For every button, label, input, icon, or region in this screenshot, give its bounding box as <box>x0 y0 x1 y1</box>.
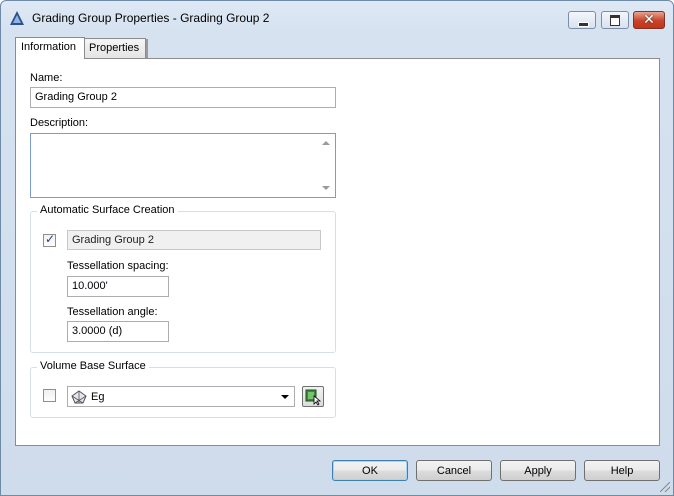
tessellation-angle-field[interactable]: 3.0000 (d) <box>67 321 169 342</box>
volume-base-surface-select[interactable]: Eg <box>67 386 295 407</box>
title-bar[interactable]: Grading Group Properties - Grading Group… <box>1 1 673 35</box>
description-scrollbar[interactable] <box>318 135 334 196</box>
automatic-surface-creation-title: Automatic Surface Creation <box>37 204 178 216</box>
description-field[interactable] <box>30 133 336 198</box>
resize-grip-icon[interactable] <box>660 482 670 492</box>
volume-base-surface-value: Eg <box>91 391 105 403</box>
name-field[interactable]: Grading Group 2 <box>30 87 336 108</box>
tab-information[interactable]: Information <box>15 37 85 59</box>
minimize-button[interactable] <box>568 11 596 29</box>
grading-group-properties-dialog: Grading Group Properties - Grading Group… <box>0 0 674 496</box>
volume-base-checkbox[interactable] <box>43 389 56 402</box>
tessellation-spacing-field[interactable]: 10.000' <box>67 276 169 297</box>
cancel-button[interactable]: Cancel <box>416 460 492 481</box>
chevron-down-icon <box>281 395 289 399</box>
ok-button[interactable]: OK <box>332 460 408 481</box>
volume-base-surface-title: Volume Base Surface <box>37 360 149 372</box>
scroll-up-icon[interactable] <box>322 141 330 145</box>
close-button[interactable]: ✕ <box>633 11 665 29</box>
tessellation-angle-label: Tessellation angle: <box>67 306 158 318</box>
window-title: Grading Group Properties - Grading Group… <box>32 11 270 25</box>
pick-from-drawing-icon <box>305 389 322 406</box>
auto-surface-checkbox[interactable] <box>43 232 56 247</box>
description-label: Description: <box>30 117 89 129</box>
apply-button[interactable]: Apply <box>500 460 576 481</box>
name-label: Name: <box>30 72 63 84</box>
tab-properties[interactable]: Properties <box>85 38 148 59</box>
help-button[interactable]: Help <box>584 460 660 481</box>
tin-surface-icon <box>71 390 87 404</box>
auto-surface-name-field[interactable]: Grading Group 2 <box>67 230 321 250</box>
tessellation-spacing-label: Tessellation spacing: <box>67 260 169 272</box>
pick-surface-button[interactable] <box>302 386 324 407</box>
information-panel: Name: Grading Group 2 Description: Autom… <box>15 58 660 446</box>
close-icon: ✕ <box>643 11 655 27</box>
maximize-button[interactable] <box>601 11 629 29</box>
civil3d-app-icon <box>10 11 24 25</box>
scroll-down-icon[interactable] <box>322 186 330 190</box>
